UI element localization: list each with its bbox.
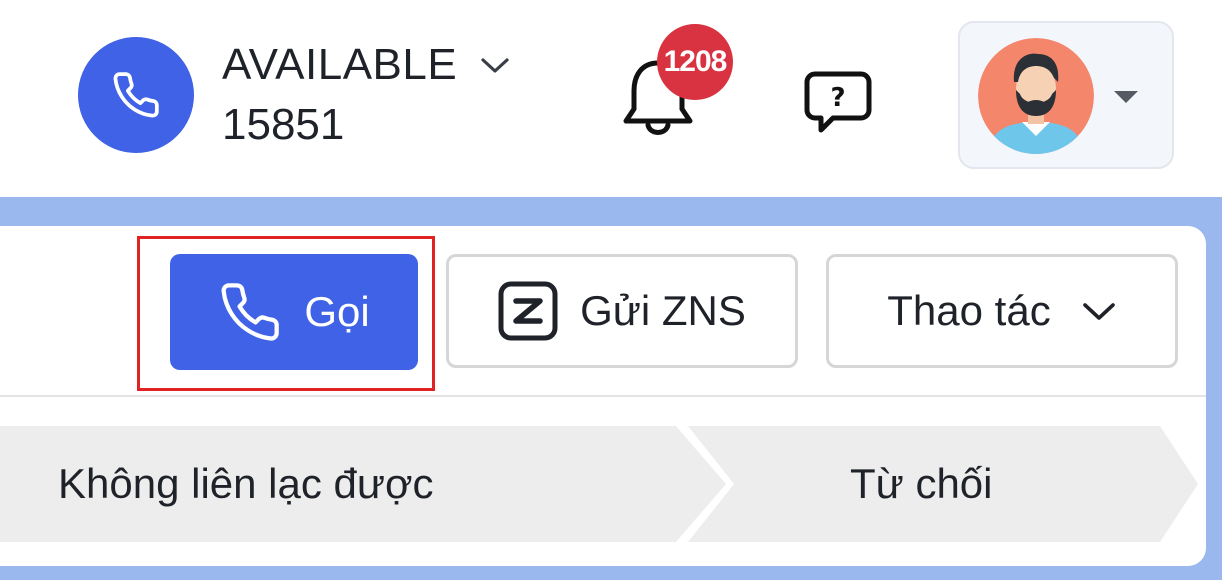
pipeline-stage-unreachable[interactable]: Không liên lạc được: [58, 426, 434, 542]
status-dropdown-chevron-icon[interactable]: [479, 55, 511, 75]
status-label: AVAILABLE: [222, 40, 458, 89]
toolbar-divider: [0, 395, 1206, 397]
help-chat-icon: ?: [804, 71, 872, 133]
agent-status: AVAILABLE 15851: [222, 40, 511, 150]
send-zns-button[interactable]: Gửi ZNS: [446, 254, 798, 368]
zalo-z-icon: [498, 281, 558, 341]
notification-count-badge: 1208: [657, 24, 733, 100]
status-phone-button[interactable]: [78, 37, 194, 153]
extension-number: 15851: [222, 100, 345, 149]
top-header: AVAILABLE 15851 1208 ?: [0, 0, 1222, 197]
lead-card: Gọi Gửi ZNS Thao tác Không liên lạc được…: [0, 226, 1206, 566]
call-button-highlight: [137, 236, 435, 391]
caret-down-icon: [1114, 91, 1138, 103]
user-avatar: [978, 38, 1094, 154]
pipeline-stage-rejected[interactable]: Từ chối: [850, 426, 993, 542]
actions-dropdown[interactable]: Thao tác: [826, 254, 1178, 368]
chevron-down-icon: [1082, 303, 1115, 320]
send-zns-label: Gửi ZNS: [580, 287, 746, 334]
user-menu[interactable]: [958, 21, 1174, 169]
help-button[interactable]: ?: [803, 70, 873, 134]
actions-label: Thao tác: [887, 287, 1051, 334]
svg-text:?: ?: [830, 83, 845, 113]
pipeline-stages: Không liên lạc được Từ chối: [0, 426, 1206, 542]
phone-icon: [113, 72, 159, 118]
